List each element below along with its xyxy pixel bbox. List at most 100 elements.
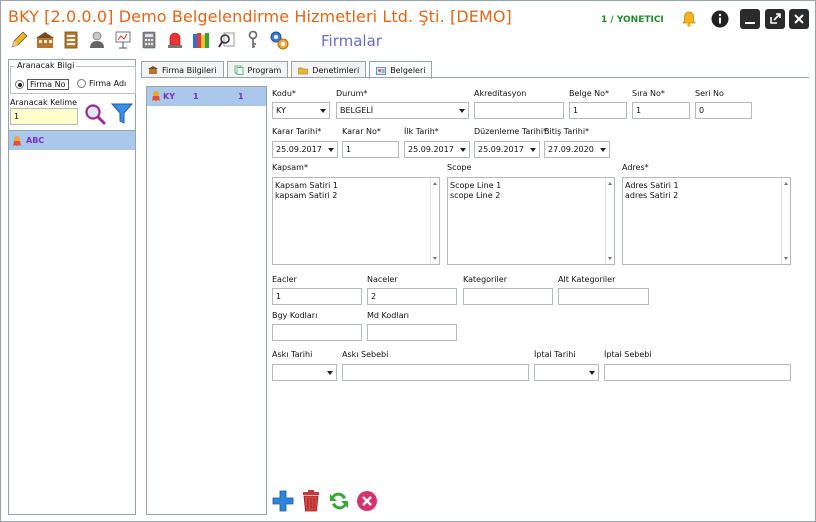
bitis-tarihi-label: Bitiş Tarihi* [544, 127, 590, 136]
kapsam-line: kapsam Satiri 2 [275, 191, 338, 200]
chevron-down-icon [600, 148, 606, 152]
tab-label: Belgeleri [390, 66, 426, 75]
pencil-icon[interactable] [8, 28, 30, 52]
karar-no-input[interactable]: 1 [342, 141, 399, 158]
bgy-kodlari-input[interactable] [272, 324, 362, 341]
duzenleme-tarihi-picker[interactable]: 25.09.2017 [474, 141, 540, 158]
alt-kategoriler-input[interactable] [558, 288, 649, 305]
copy-icon [234, 65, 243, 75]
ilk-tarih-value: 25.09.2017 [408, 145, 454, 154]
alt-kategoriler-label: Alt Kategoriler [558, 275, 616, 284]
scope-label: Scope [447, 163, 472, 172]
chevron-down-icon [328, 148, 334, 152]
tab-program[interactable]: Program [226, 61, 289, 78]
close-button[interactable] [789, 9, 809, 29]
belge-no-label: Belge No* [569, 89, 610, 98]
calculator-icon[interactable] [138, 28, 160, 52]
karar-tarihi-picker[interactable]: 25.09.2017 [272, 141, 338, 158]
bitis-tarihi-picker[interactable]: 27.09.2020 [544, 141, 610, 158]
keyword-input[interactable]: 1 [10, 108, 78, 125]
bell-icon[interactable] [679, 9, 699, 29]
aski-tarihi-picker[interactable] [272, 364, 337, 381]
add-icon[interactable] [271, 489, 295, 513]
table-row[interactable]: KY 1 1 [147, 87, 266, 106]
chevron-down-icon [459, 109, 465, 113]
iptal-sebebi-input[interactable] [604, 364, 791, 381]
cancel-icon[interactable] [355, 489, 379, 513]
durum-select[interactable]: BELGELİ [336, 102, 469, 119]
search-icon[interactable] [83, 102, 107, 128]
info-icon[interactable] [710, 9, 730, 29]
certificate-list: KY 1 1 [146, 86, 267, 515]
kapsam-textarea[interactable]: Kapsam Satiri 1 kapsam Satiri 2 [272, 177, 440, 265]
tab-label: Denetimleri [312, 65, 360, 75]
delete-icon[interactable] [299, 489, 323, 513]
scope-textarea[interactable]: Scope Line 1 scope Line 2 [447, 177, 615, 265]
aski-tarihi-label: Askı Tarihi [272, 350, 313, 359]
seri-no-label: Seri No [695, 89, 724, 98]
durum-label: Durum* [336, 89, 368, 98]
md-kodlari-input[interactable] [367, 324, 457, 341]
kodu-label: Kodu* [272, 89, 296, 98]
durum-value: BELGELİ [340, 106, 374, 115]
radio-firma-adi-label: Firma Adı [89, 79, 127, 88]
duzenleme-tarihi-value: 25.09.2017 [478, 145, 524, 154]
scroll-down-icon [784, 257, 788, 260]
certificate-icon [13, 135, 21, 146]
scroll-down-icon [433, 257, 437, 260]
tab-denetimleri[interactable]: Denetimleri [291, 61, 367, 78]
scope-line: Scope Line 1 [450, 181, 502, 190]
tab-divider [141, 77, 809, 78]
kategoriler-label: Kategoriler [463, 275, 507, 284]
seri-no-input[interactable]: 0 [695, 102, 752, 119]
kategoriler-input[interactable] [463, 288, 553, 305]
keyword-label: Aranacak Kelime [10, 98, 78, 107]
kapsam-label: Kapsam* [272, 163, 308, 172]
magnifier-document-icon[interactable] [216, 28, 238, 52]
search-field-group: Aranacak Bilgi Firma No Firma Adı [10, 61, 136, 94]
iptal-sebebi-label: İptal Sebebi [604, 350, 652, 359]
karar-tarihi-label: Karar Tarihi* [272, 127, 322, 136]
id-card-icon [376, 66, 387, 75]
alarm-light-icon[interactable] [164, 28, 186, 52]
aski-sebebi-input[interactable] [342, 364, 529, 381]
minimize-button[interactable] [740, 9, 760, 29]
sira-no-input[interactable]: 1 [632, 102, 690, 119]
tab-firma-bilgileri[interactable]: Firma Bilgileri [141, 61, 224, 78]
user-icon[interactable] [86, 28, 108, 52]
record-actions [271, 489, 379, 513]
belge-no-input[interactable]: 1 [569, 102, 627, 119]
adres-textarea[interactable]: Adres Satiri 1 adres Satiri 2 [622, 177, 791, 265]
ilk-tarih-picker[interactable]: 25.09.2017 [404, 141, 470, 158]
presentation-icon[interactable] [112, 28, 134, 52]
aski-sebebi-label: Askı Sebebi [342, 350, 389, 359]
building-icon [148, 66, 158, 74]
radio-firma-no[interactable]: Firma No [15, 79, 69, 90]
adres-scrollbar[interactable] [781, 178, 790, 264]
eacler-input[interactable]: 1 [272, 288, 362, 305]
radio-firma-adi[interactable]: Firma Adı [77, 79, 126, 88]
karar-no-label: Karar No* [342, 127, 381, 136]
duzenleme-tarihi-label: Düzenleme Tarihi* [474, 127, 548, 136]
adres-line: Adres Satiri 1 [625, 181, 679, 190]
iptal-tarihi-label: İptal Tarihi [534, 350, 576, 359]
akreditasyon-input[interactable] [474, 102, 564, 119]
restore-button[interactable] [765, 9, 785, 29]
scroll-up-icon [433, 182, 437, 185]
document-stack-icon[interactable] [60, 28, 82, 52]
naceler-input[interactable]: 2 [367, 288, 457, 305]
filter-icon[interactable] [110, 102, 134, 128]
kapsam-scrollbar[interactable] [430, 178, 439, 264]
close-icon [794, 14, 804, 24]
building-icon[interactable] [34, 28, 56, 52]
scope-scrollbar[interactable] [605, 178, 614, 264]
scope-line: scope Line 2 [450, 191, 501, 200]
gears-icon[interactable] [268, 28, 290, 52]
naceler-label: Naceler [367, 275, 398, 284]
books-icon[interactable] [190, 28, 212, 52]
iptal-tarihi-picker[interactable] [534, 364, 599, 381]
kodu-select[interactable]: KY [272, 102, 330, 119]
key-icon[interactable] [242, 28, 264, 52]
list-item[interactable]: ABC [9, 131, 135, 150]
refresh-icon[interactable] [327, 489, 351, 513]
